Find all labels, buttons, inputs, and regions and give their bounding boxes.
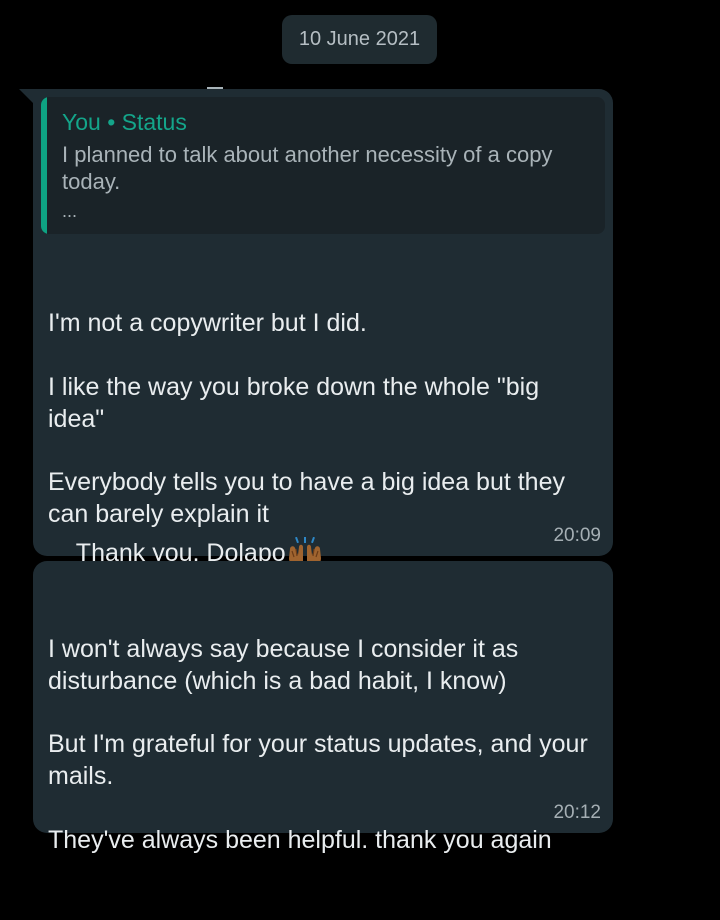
quote-accent-bar (41, 97, 47, 234)
quote-ellipsis: ... (62, 201, 78, 221)
quote-author: You • Status (62, 109, 187, 135)
message-paragraph: They've always been helpful. thank you a… (48, 826, 552, 854)
incoming-message[interactable]: You • Status I planned to talk about ano… (33, 89, 613, 567)
message-body: They've always been helpful. thank you a… (48, 760, 593, 920)
date-separator: 10 June 2021 (282, 15, 437, 64)
message-time: 20:09 (553, 525, 601, 546)
date-label: 10 June 2021 (298, 28, 421, 50)
quoted-status-reply[interactable]: You • Status I planned to talk about ano… (41, 97, 605, 234)
incoming-message[interactable]: I won't always say because I consider it… (33, 561, 613, 854)
message-time: 20:12 (553, 802, 601, 823)
quote-text: I planned to talk about another necessit… (62, 142, 553, 194)
